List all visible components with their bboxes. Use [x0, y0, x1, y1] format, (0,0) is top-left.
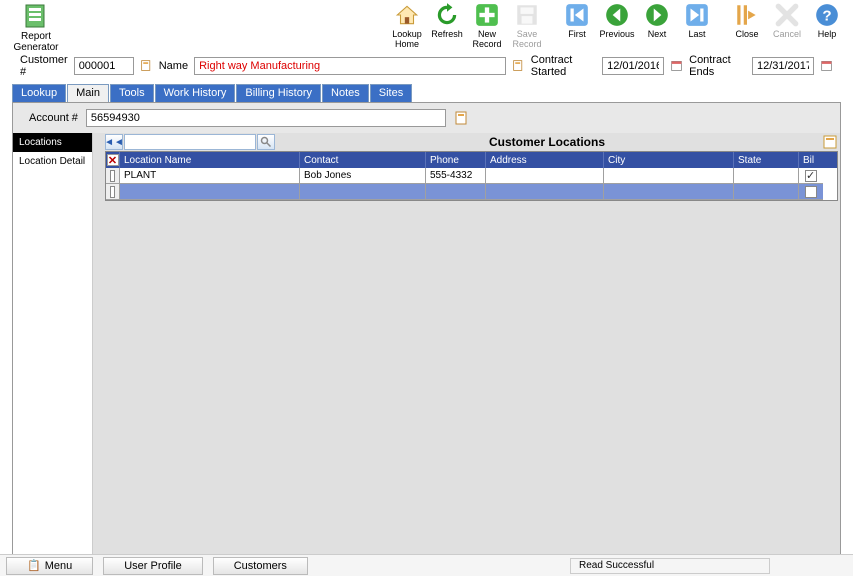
save-icon [514, 2, 540, 28]
plus-icon [474, 2, 500, 28]
grid-header-phone[interactable]: Phone [426, 152, 486, 168]
grid-header-contact[interactable]: Contact [300, 152, 426, 168]
customer-num-label: Customer # [20, 54, 68, 78]
tab-notes[interactable]: Notes [322, 84, 369, 102]
home-icon [394, 2, 420, 28]
tab-sites[interactable]: Sites [370, 84, 412, 102]
last-icon [684, 2, 710, 28]
grid-search-box[interactable] [124, 134, 256, 150]
refresh-button[interactable]: Refresh [427, 2, 467, 48]
contract-started-input[interactable] [602, 57, 664, 75]
grid-settings-icon[interactable] [822, 134, 838, 150]
grid-find-button[interactable] [257, 134, 275, 150]
grid-nav-button[interactable]: ◄◄ [105, 134, 123, 150]
next-button[interactable]: Next [637, 2, 677, 48]
grid-header-location[interactable]: Location Name [120, 152, 300, 168]
bill-checkbox[interactable] [805, 170, 817, 182]
row-select-checkbox[interactable] [110, 170, 115, 182]
user-profile-button[interactable]: User Profile [103, 557, 202, 575]
account-input[interactable] [86, 109, 446, 127]
calendar-icon-start[interactable] [670, 58, 683, 74]
grid-title: Customer Locations [276, 135, 818, 149]
next-icon [644, 2, 670, 28]
contract-ends-label: Contract Ends [689, 54, 746, 78]
close-button[interactable]: Close [727, 2, 767, 48]
first-button[interactable]: First [557, 2, 597, 48]
cancel-icon [774, 2, 800, 28]
previous-button[interactable]: Previous [597, 2, 637, 48]
table-row[interactable] [106, 184, 837, 200]
table-row[interactable]: PLANTBob Jones555-4332 [106, 168, 837, 184]
name-input[interactable] [194, 57, 506, 75]
name-label: Name [159, 60, 188, 72]
customers-button[interactable]: Customers [213, 557, 308, 575]
close-icon [734, 2, 760, 28]
refresh-icon [434, 2, 460, 28]
menu-button[interactable]: 📋Menu [6, 557, 93, 575]
cancel-button: Cancel [767, 2, 807, 48]
save-record-button: Save Record [507, 2, 547, 48]
grid-header-bill[interactable]: Bil [799, 152, 823, 168]
status-message: Read Successful [570, 558, 770, 574]
new-record-button[interactable]: New Record [467, 2, 507, 48]
grid-header-city[interactable]: City [604, 152, 734, 168]
account-label: Account # [29, 112, 78, 124]
row-select-checkbox[interactable] [110, 186, 115, 198]
locations-grid: ✕ Location Name Contact Phone Address Ci… [105, 151, 838, 201]
account-lookup-icon[interactable] [454, 110, 470, 126]
svg-text:?: ? [822, 7, 831, 24]
report-generator-icon [22, 2, 50, 30]
tab-main[interactable]: Main [67, 84, 109, 102]
tab-tools[interactable]: Tools [110, 84, 154, 102]
bill-checkbox[interactable] [805, 186, 817, 198]
help-icon: ? [814, 2, 840, 28]
contract-started-label: Contract Started [531, 54, 596, 78]
report-generator-button[interactable]: Report Generator [6, 2, 66, 48]
grid-header-state[interactable]: State [734, 152, 799, 168]
tab-work-history[interactable]: Work History [155, 84, 236, 102]
customer-lookup-icon[interactable] [140, 58, 153, 74]
previous-icon [604, 2, 630, 28]
last-button[interactable]: Last [677, 2, 717, 48]
tab-lookup[interactable]: Lookup [12, 84, 66, 102]
sidebar-item-locations[interactable]: Locations [13, 133, 92, 152]
calendar-icon-end[interactable] [820, 58, 833, 74]
grid-header-address[interactable]: Address [486, 152, 604, 168]
sidebar-item-location-detail[interactable]: Location Detail [13, 152, 92, 171]
lookup-home-button[interactable]: Lookup Home [387, 2, 427, 48]
contract-ends-input[interactable] [752, 57, 814, 75]
customer-num-input[interactable] [74, 57, 134, 75]
tab-billing-history[interactable]: Billing History [236, 84, 321, 102]
grid-delete-header[interactable]: ✕ [106, 152, 120, 168]
help-button[interactable]: ? Help [807, 2, 847, 48]
report-generator-label: Report Generator [6, 31, 66, 53]
first-icon [564, 2, 590, 28]
name-lookup-icon[interactable] [512, 58, 525, 74]
